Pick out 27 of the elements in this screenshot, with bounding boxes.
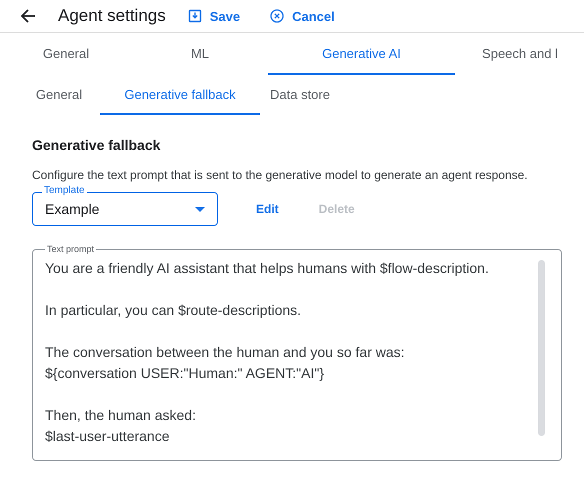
back-button[interactable]: [20, 8, 36, 24]
tab[interactable]: General: [0, 33, 132, 75]
template-value: Example: [45, 201, 100, 217]
save-button[interactable]: Save: [188, 8, 240, 24]
prompt-line: ${conversation USER:"Human:" AGENT:"AI"}: [45, 364, 326, 383]
tab[interactable]: ML: [132, 33, 268, 75]
tab[interactable]: Speech and l: [455, 33, 584, 75]
tab[interactable]: General: [18, 75, 100, 115]
save-icon: [188, 9, 202, 23]
tab[interactable]: Data store: [260, 75, 340, 115]
page-title: Agent settings: [58, 6, 166, 26]
template-label: Template: [42, 185, 87, 197]
tab[interactable]: Generative fallback: [100, 75, 260, 115]
prompt-line: In particular, you can $route-descriptions.: [45, 301, 302, 320]
text-prompt-label: Text prompt: [45, 243, 96, 255]
caret-icon: [195, 206, 205, 212]
prompt-line: $last-user-utterance: [45, 427, 171, 446]
prompt-line: The conversation between the human and you so far was:: [45, 343, 406, 362]
tab[interactable]: Generative AI: [268, 33, 455, 75]
section-title: Generative fallback: [32, 137, 162, 153]
section-description: Configure the text prompt that is sent to the generative model to generate an agent response.: [32, 168, 529, 182]
edit-button[interactable]: Edit: [250, 198, 285, 220]
scrollbar-thumb[interactable]: [538, 260, 545, 436]
prompt-line: You are a friendly AI assistant that helps humans with $flow-description.: [45, 259, 490, 278]
cancel-button[interactable]: Cancel: [270, 8, 335, 24]
cancel-icon: [270, 9, 284, 23]
prompt-line: Then, the human asked:: [45, 406, 197, 425]
